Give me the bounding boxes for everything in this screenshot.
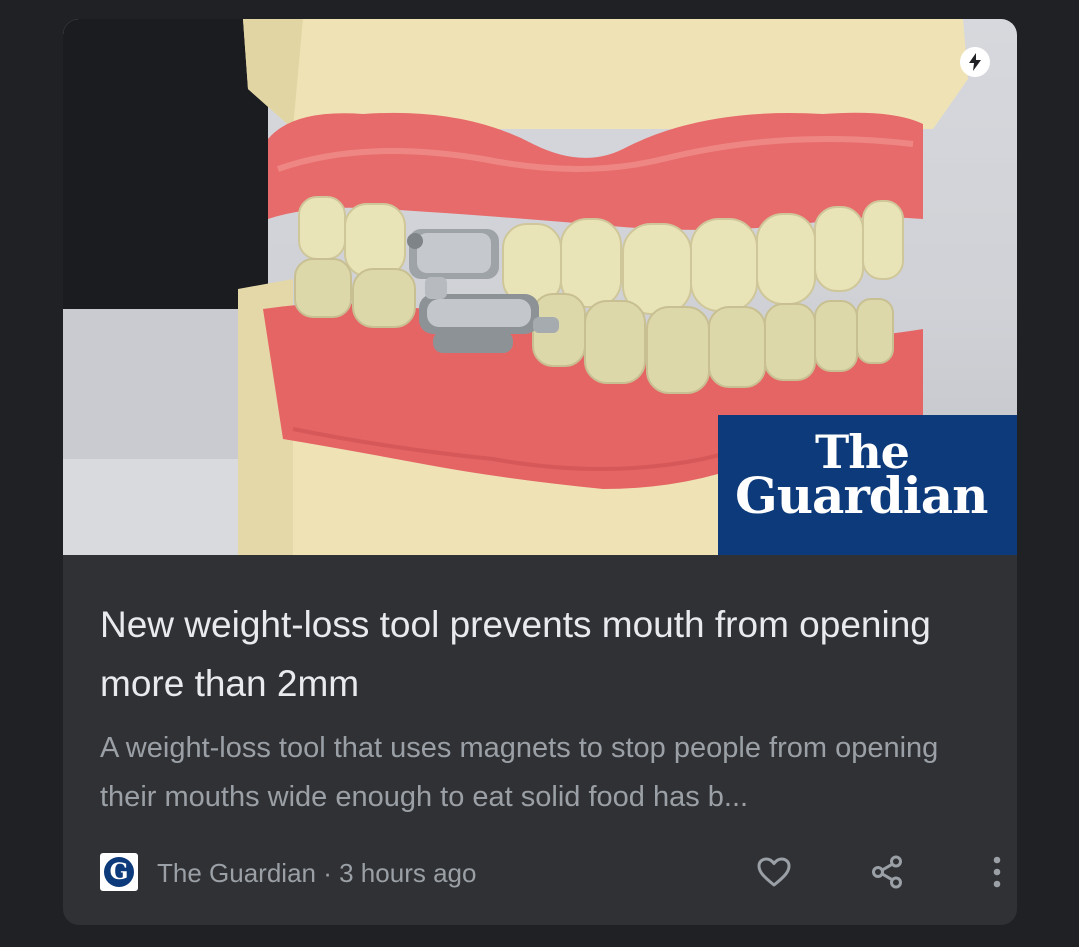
source-info: The Guardian · 3 hours ago	[157, 857, 476, 889]
more-options-button[interactable]	[976, 851, 1017, 893]
share-icon	[872, 855, 902, 889]
amp-badge	[960, 47, 990, 77]
watermark-line2: Guardian	[735, 466, 988, 525]
published-time: 3 hours ago	[339, 858, 477, 888]
article-headline[interactable]: New weight-loss tool prevents mouth from…	[100, 595, 980, 713]
card-content: New weight-loss tool prevents mouth from…	[100, 595, 980, 822]
share-button[interactable]	[866, 851, 908, 893]
source-name[interactable]: The Guardian	[157, 858, 316, 888]
article-snippet: A weight-loss tool that uses magnets to …	[100, 732, 939, 813]
lightning-icon	[969, 53, 981, 71]
separator: ·	[323, 858, 332, 888]
publisher-watermark: The Guardian	[718, 415, 1017, 555]
more-vert-icon	[993, 856, 1001, 888]
source-logo-letter: G	[104, 857, 134, 887]
like-button[interactable]	[753, 851, 795, 893]
news-card[interactable]: The Guardian New weight-loss tool preven…	[63, 19, 1017, 925]
heart-outline-icon	[757, 857, 791, 887]
article-image[interactable]: The Guardian	[63, 19, 1017, 555]
source-logo: G	[100, 853, 138, 891]
card-footer: G The Guardian · 3 hours ago	[100, 851, 1001, 893]
